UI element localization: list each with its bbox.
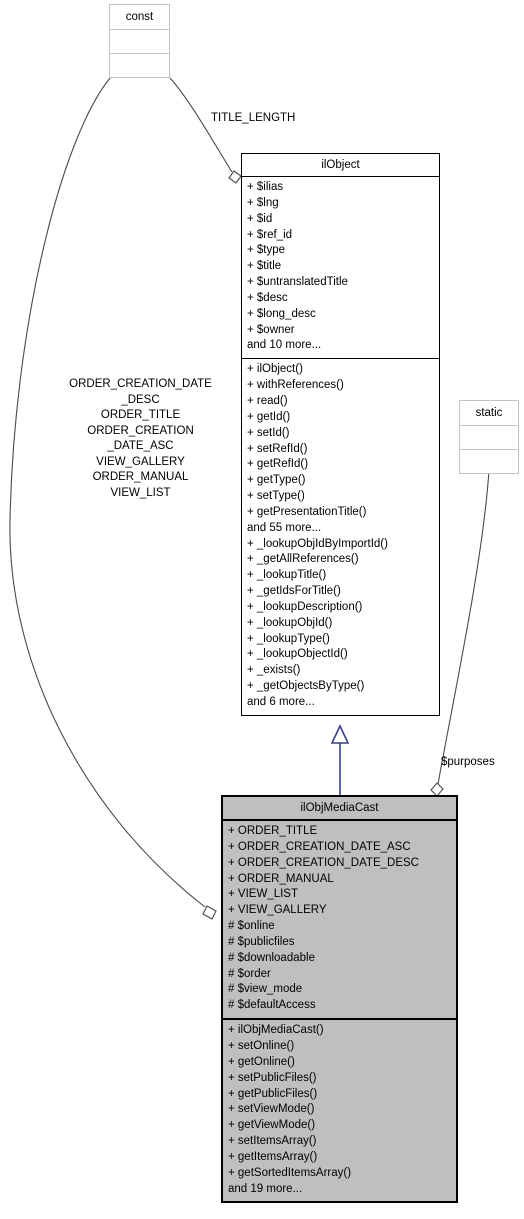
class-member-row: + $long_desc bbox=[247, 307, 316, 320]
class-member-row: + _exists() bbox=[247, 664, 301, 677]
class-member-row: + ilObjMediaCast() bbox=[228, 1024, 324, 1037]
class-member-row: + ORDER_CREATION_DATE_DESC bbox=[228, 856, 419, 869]
class-node-static-operations bbox=[460, 449, 518, 473]
class-node-ilobject-title: ilObject bbox=[321, 159, 360, 171]
class-member-row: + VIEW_GALLERY bbox=[228, 904, 327, 917]
class-node-const-operations bbox=[110, 53, 169, 77]
class-member-row: + _lookupDescription() bbox=[247, 600, 363, 613]
class-node-ilobject-operations: + ilObject() + withReferences() + read() + … bbox=[242, 358, 439, 715]
class-member-row: + withReferences() bbox=[247, 379, 344, 392]
uml-class-diagram: const static ilObject + $ilias + $lng + $i… bbox=[0, 0, 524, 1219]
class-member-row: + $title bbox=[247, 260, 282, 273]
class-member-row: + $owner bbox=[247, 323, 295, 336]
class-member-row: + VIEW_LIST bbox=[228, 888, 298, 901]
class-member-row: and 10 more... bbox=[247, 339, 322, 352]
class-member-row: # $view_mode bbox=[228, 983, 303, 996]
class-node-const[interactable]: const bbox=[109, 4, 170, 78]
class-member-row: and 6 more... bbox=[247, 696, 315, 708]
class-member-row: + getPresentationTitle() bbox=[247, 505, 367, 518]
class-node-static-attributes bbox=[460, 425, 518, 449]
class-member-row: # $order bbox=[228, 967, 271, 980]
class-member-row: + getType() bbox=[247, 474, 306, 487]
class-member-row: + _getIdsForTitle() bbox=[247, 585, 341, 598]
class-member-row: + setPublicFiles() bbox=[228, 1071, 317, 1084]
class-member-row: # $downloadable bbox=[228, 951, 315, 964]
class-member-row: + setType() bbox=[247, 490, 305, 503]
class-member-row: + $ilias bbox=[247, 181, 284, 193]
class-member-row: + ORDER_TITLE bbox=[228, 825, 318, 837]
class-member-row: + $desc bbox=[247, 291, 288, 304]
aggregation-diamond-ilobjmediacast-left bbox=[202, 905, 217, 920]
class-node-ilobjmediacast-attributes: + ORDER_TITLE + ORDER_CREATION_DATE_ASC + … bbox=[223, 819, 456, 1018]
class-member-row: + ilObject() bbox=[247, 363, 303, 376]
edge-const-to-ilobject bbox=[169, 77, 242, 184]
class-member-row: # $online bbox=[228, 920, 275, 933]
class-member-row: + $type bbox=[247, 244, 286, 257]
class-member-row: + getPublicFiles() bbox=[228, 1087, 318, 1100]
class-node-ilobject-attributes: + $ilias + $lng + $id + $ref_id + $type + $ti… bbox=[242, 176, 439, 358]
class-member-row: + ORDER_CREATION_DATE_ASC bbox=[228, 840, 411, 853]
class-member-row: + setViewMode() bbox=[228, 1103, 315, 1116]
class-member-row: + _lookupObjIdByImportId() bbox=[247, 537, 388, 550]
class-node-ilobjmediacast-title: ilObjMediaCast bbox=[300, 802, 379, 814]
class-node-const-attributes bbox=[110, 29, 169, 53]
class-member-row: + getSortedItemsArray() bbox=[228, 1166, 352, 1179]
class-member-row: + $id bbox=[247, 212, 273, 225]
aggregation-diamond-ilobject bbox=[228, 170, 242, 184]
edge-inheritance bbox=[330, 724, 350, 795]
class-member-row: + _lookupObjId() bbox=[247, 616, 333, 629]
edge-label-mediacast-constants: ORDER_CREATION_DATE _DESC ORDER_TITLE OR… bbox=[69, 378, 212, 499]
class-node-ilobjmediacast-operations: + ilObjMediaCast() + setOnline() + getOnli… bbox=[223, 1018, 456, 1201]
class-node-static[interactable]: static bbox=[459, 400, 519, 474]
class-member-row: # $defaultAccess bbox=[228, 999, 316, 1012]
class-member-row: + $lng bbox=[247, 196, 279, 209]
class-member-row: and 19 more... bbox=[228, 1182, 303, 1195]
class-member-row: + $untranslatedTitle bbox=[247, 276, 348, 289]
class-member-row: + getOnline() bbox=[228, 1055, 295, 1068]
class-member-row: + $ref_id bbox=[247, 228, 293, 241]
class-member-row: + setId() bbox=[247, 426, 290, 439]
class-member-row: + _lookupType() bbox=[247, 632, 330, 645]
class-member-row: + _lookupTitle() bbox=[247, 569, 327, 582]
class-member-row: + read() bbox=[247, 394, 288, 407]
class-node-static-title: static bbox=[475, 407, 503, 419]
class-member-row: + getViewMode() bbox=[228, 1119, 316, 1132]
class-member-row: + getRefId() bbox=[247, 458, 309, 471]
class-member-row: + setItemsArray() bbox=[228, 1135, 317, 1148]
class-member-row: and 55 more... bbox=[247, 521, 322, 534]
edge-label-title-length: TITLE_LENGTH bbox=[211, 112, 296, 124]
class-node-ilobjmediacast[interactable]: ilObjMediaCast + ORDER_TITLE + ORDER_CREA… bbox=[221, 795, 458, 1204]
inheritance-arrowhead bbox=[330, 724, 350, 744]
class-member-row: + setOnline() bbox=[228, 1039, 295, 1052]
class-member-row: + _lookupObjectId() bbox=[247, 648, 348, 661]
class-member-row: # $publicfiles bbox=[228, 935, 295, 948]
class-node-ilobject[interactable]: ilObject + $ilias + $lng + $id + $ref_id + $… bbox=[241, 153, 440, 716]
class-member-row: + getItemsArray() bbox=[228, 1150, 318, 1163]
class-node-const-title: const bbox=[125, 11, 154, 23]
class-member-row: + _getObjectsByType() bbox=[247, 680, 365, 693]
class-member-row: + setRefId() bbox=[247, 442, 308, 455]
class-member-row: + _getAllReferences() bbox=[247, 553, 359, 566]
edge-label-purposes: $purposes bbox=[441, 756, 495, 768]
class-member-row: + ORDER_MANUAL bbox=[228, 872, 334, 885]
class-member-row: + getId() bbox=[247, 410, 291, 423]
